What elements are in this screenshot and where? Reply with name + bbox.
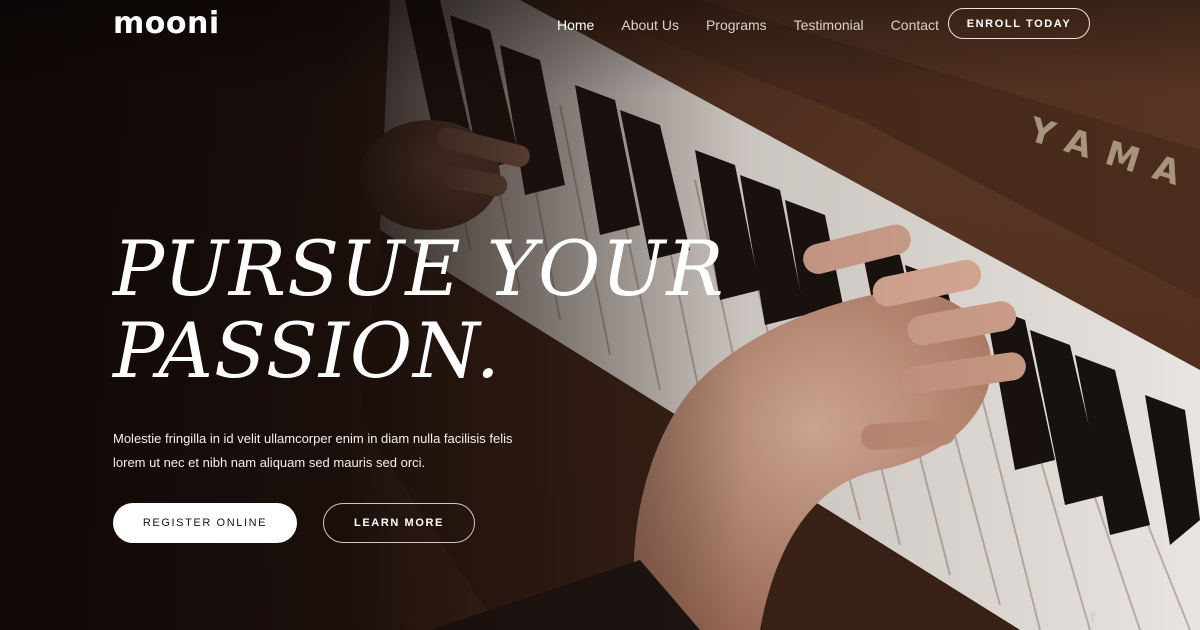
nav-item-about-us[interactable]: About Us (621, 16, 679, 34)
nav-item-home[interactable]: Home (557, 16, 594, 34)
main-nav: Home About Us Programs Testimonial Conta… (557, 16, 939, 34)
hero-description: Molestie fringilla in id velit ullamcorp… (113, 431, 513, 470)
nav-item-testimonial[interactable]: Testimonial (794, 16, 864, 34)
hero-headline: PURSUE YOUR PASSION. (113, 228, 725, 392)
site-logo[interactable]: mooni (113, 4, 220, 44)
learn-more-button[interactable]: LEARN MORE (323, 503, 475, 543)
nav-item-contact[interactable]: Contact (891, 16, 939, 34)
nav-item-programs[interactable]: Programs (706, 16, 767, 34)
enroll-today-button[interactable]: ENROLL TODAY (948, 8, 1090, 39)
facebook-icon[interactable]: f (1090, 612, 1096, 626)
hero-section: YAMA mooni Home About Us Programs Testim… (0, 0, 1200, 630)
hero-headline-line-2: PASSION. (113, 306, 501, 395)
hero-headline-line-1: PURSUE YOUR (113, 224, 725, 313)
register-online-button[interactable]: REGISTER ONLINE (113, 503, 297, 543)
